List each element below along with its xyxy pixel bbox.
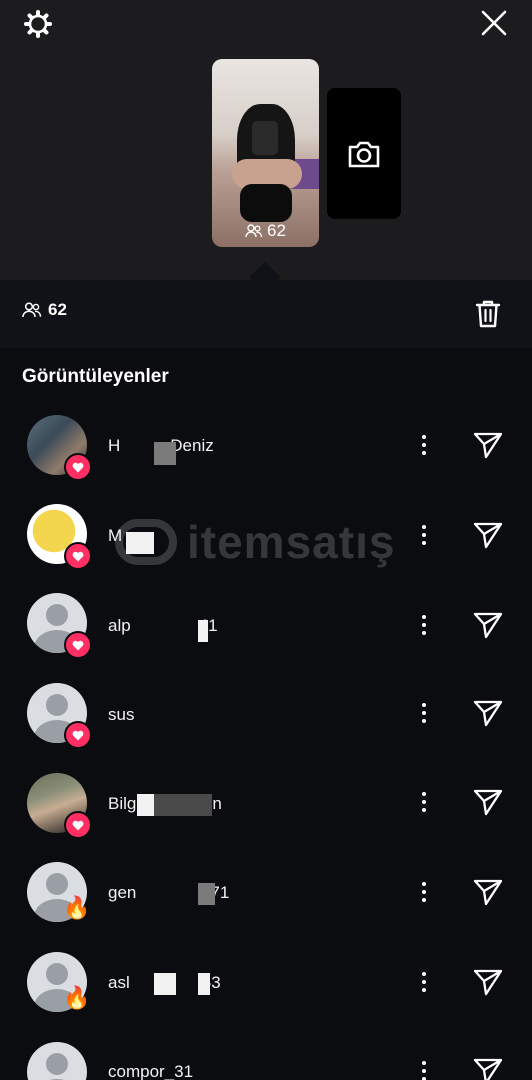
redaction-block [154, 442, 176, 465]
viewer-row[interactable]: 🔥 gen 71 [0, 850, 532, 940]
viewer-row[interactable]: compor_31 [0, 1030, 532, 1080]
fire-reaction-badge: 🔥 [63, 895, 91, 921]
username-part: Bilg [108, 794, 137, 813]
camera-icon [348, 141, 380, 167]
story-thumbnail[interactable]: 62 [212, 59, 319, 247]
avatar[interactable] [27, 1042, 87, 1080]
send-icon[interactable] [470, 607, 506, 643]
username-part: alp [108, 616, 131, 635]
more-options-button[interactable] [414, 1056, 434, 1080]
redaction-block [154, 794, 212, 816]
more-options-button[interactable] [414, 967, 434, 997]
thumb-cloth [240, 184, 292, 222]
heart-icon [72, 462, 84, 472]
viewer-username[interactable]: compor_31 [108, 1062, 193, 1080]
viewer-count[interactable]: 62 [22, 300, 67, 320]
more-options-button[interactable] [414, 698, 434, 728]
username-part: asl [108, 973, 130, 992]
more-options-button[interactable] [414, 610, 434, 640]
redaction-block [126, 532, 154, 554]
heart-icon [72, 820, 84, 830]
username-part: sus [108, 705, 135, 724]
viewer-row[interactable]: 🔥 asl 53 [0, 940, 532, 1030]
send-icon[interactable] [470, 874, 506, 910]
more-options-button[interactable] [414, 787, 434, 817]
heart-icon [72, 640, 84, 650]
thumb-count-label: 62 [267, 221, 286, 240]
viewer-row[interactable]: alp 41 [0, 580, 532, 670]
viewers-icon [22, 302, 42, 318]
viewer-username[interactable]: M [108, 526, 122, 546]
redaction-block [154, 973, 176, 995]
fire-icon: 🔥 [63, 985, 91, 1010]
redaction-block [198, 973, 210, 995]
send-icon[interactable] [470, 517, 506, 553]
thumb-phone [252, 121, 278, 155]
viewer-row[interactable]: sus [0, 670, 532, 760]
redaction-block [198, 883, 215, 905]
viewer-username[interactable]: sus [108, 705, 134, 725]
viewer-row[interactable]: M [0, 490, 532, 580]
thumb-view-count: 62 [212, 221, 319, 241]
redaction-block [137, 794, 154, 816]
heart-reaction-badge [64, 453, 92, 481]
more-options-button[interactable] [414, 430, 434, 460]
viewers-heading: Görüntüleyenler [22, 366, 169, 387]
viewer-count-label: 62 [48, 300, 67, 319]
more-options-button[interactable] [414, 520, 434, 550]
username-part: n [212, 794, 222, 813]
send-icon[interactable] [470, 784, 506, 820]
close-icon[interactable] [476, 5, 512, 41]
send-icon[interactable] [470, 695, 506, 731]
send-icon[interactable] [470, 964, 506, 1000]
fire-icon: 🔥 [63, 895, 91, 920]
stats-bar [0, 280, 532, 348]
more-options-button[interactable] [414, 877, 434, 907]
heart-reaction-badge [64, 721, 92, 749]
send-icon[interactable] [470, 1053, 506, 1080]
heart-reaction-badge [64, 811, 92, 839]
viewers-icon [245, 224, 263, 238]
redaction-block [198, 620, 208, 642]
username-part: H [108, 436, 121, 455]
username-part: Deniz [170, 436, 214, 455]
viewer-row[interactable]: H Deniz [0, 400, 532, 490]
fire-reaction-badge: 🔥 [63, 985, 91, 1011]
send-icon[interactable] [470, 427, 506, 463]
heart-icon [72, 551, 84, 561]
heart-icon [72, 730, 84, 740]
add-story-camera-button[interactable] [327, 88, 401, 219]
username-part: M [108, 526, 123, 545]
heart-reaction-badge [64, 542, 92, 570]
viewer-row[interactable]: Bilg n [0, 760, 532, 850]
heart-reaction-badge [64, 631, 92, 659]
username-part: compor_31 [108, 1062, 194, 1080]
username-part: gen [108, 883, 137, 902]
trash-icon[interactable] [470, 296, 506, 332]
gear-icon[interactable] [20, 6, 56, 42]
